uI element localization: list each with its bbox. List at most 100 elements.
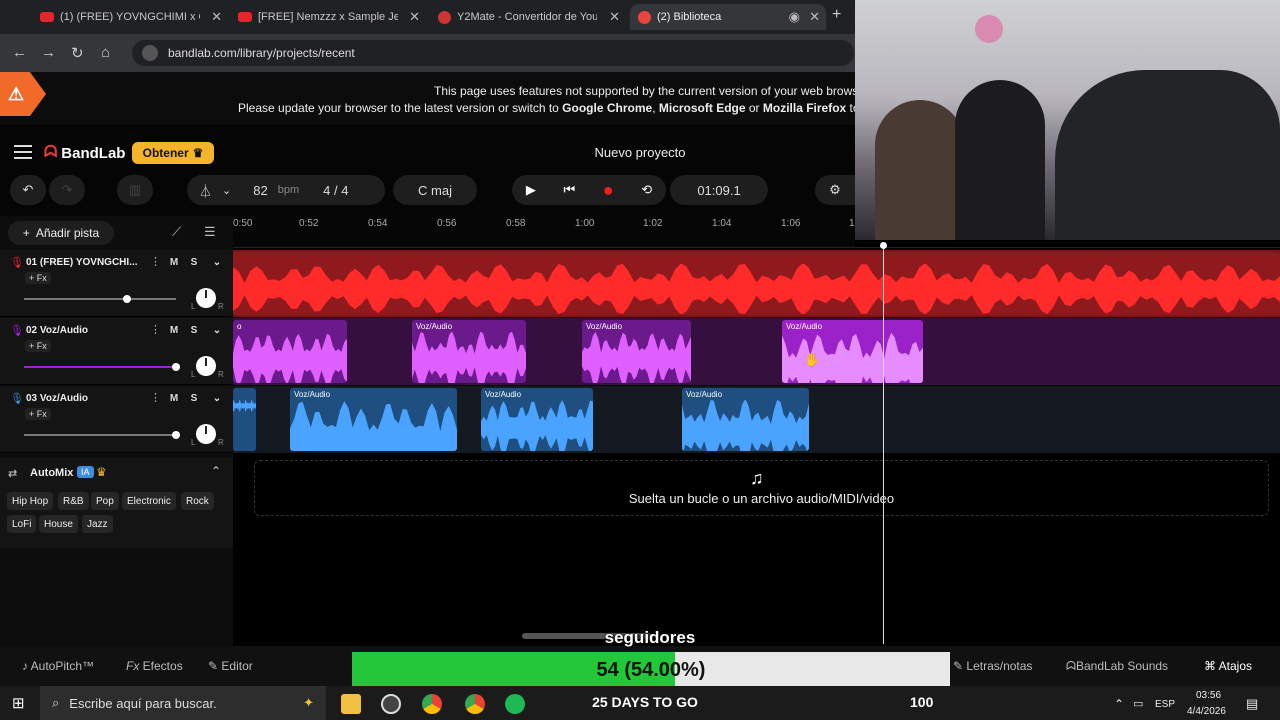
audio-region[interactable]: Voz/Audio bbox=[582, 320, 691, 383]
audio-region[interactable]: Voz/Audio bbox=[290, 388, 457, 451]
chevron-down-icon[interactable]: ⌄ bbox=[222, 184, 231, 197]
audio-region[interactable]: Voz/Audio bbox=[481, 388, 593, 451]
more-icon[interactable]: ⋮ bbox=[150, 323, 161, 336]
autopitch-button[interactable]: ♪ AutoPitch™ bbox=[22, 659, 94, 673]
pan-knob[interactable] bbox=[196, 424, 216, 444]
volume-slider[interactable] bbox=[24, 295, 176, 303]
tempo-value[interactable]: 82 bbox=[253, 183, 267, 198]
play-icon[interactable]: ▶ bbox=[526, 182, 536, 198]
clock-date[interactable]: 4/4/2026 bbox=[1187, 706, 1226, 717]
taskbar-search[interactable]: ⌕ Escribe aquí para buscar. ✦ bbox=[40, 686, 326, 720]
chevron-down-icon[interactable]: ⌄ bbox=[209, 322, 225, 338]
more-icon[interactable]: ⋮ bbox=[150, 255, 161, 268]
timeline-ruler[interactable] bbox=[233, 216, 855, 248]
browser-tab-2[interactable]: [FREE] Nemzzz x Sample Jerk Ty ✕ bbox=[230, 4, 426, 30]
mixer-button[interactable]: ⚙ bbox=[815, 175, 855, 205]
edge-link[interactable]: Microsoft Edge bbox=[659, 101, 746, 115]
volume-slider[interactable] bbox=[24, 363, 180, 371]
forward-icon[interactable]: → bbox=[41, 44, 56, 61]
obtener-button[interactable]: Obtener ♛ bbox=[132, 142, 214, 164]
site-info-icon[interactable] bbox=[142, 45, 158, 61]
solo-button[interactable]: S bbox=[186, 390, 202, 406]
chevron-up-icon[interactable]: ⌃ bbox=[1114, 697, 1124, 711]
volume-knob[interactable] bbox=[172, 431, 180, 439]
track-header-3[interactable]: 🎙 03 Voz/Audio ⋮ M S ⌄ + Fx L R bbox=[0, 386, 233, 453]
add-track-button[interactable]: + Añadir pista bbox=[8, 221, 114, 245]
shortcuts-button[interactable]: ⌘ Atajos bbox=[1204, 659, 1252, 673]
track-lane-1[interactable] bbox=[233, 250, 1280, 317]
chrome-icon-active[interactable] bbox=[465, 694, 485, 714]
track-name[interactable]: 01 (FREE) YOVNGCHI... bbox=[26, 257, 138, 268]
playhead[interactable] bbox=[883, 246, 884, 644]
add-fx-button[interactable]: + Fx bbox=[25, 272, 51, 284]
chrome-link[interactable]: Google Chrome bbox=[562, 101, 652, 115]
windows-start-icon[interactable]: ⊞ bbox=[12, 694, 25, 712]
record-icon[interactable]: ● bbox=[603, 180, 614, 201]
piano-button[interactable]: ▥ bbox=[117, 175, 153, 205]
obs-icon[interactable] bbox=[381, 694, 401, 714]
time-signature[interactable]: 4 / 4 bbox=[323, 183, 348, 198]
browser-tab-4[interactable]: (2) Biblioteca ◉ ✕ bbox=[630, 4, 826, 30]
mute-button[interactable]: M bbox=[166, 390, 182, 406]
pan-knob[interactable] bbox=[196, 356, 216, 376]
home-icon[interactable]: ⌂ bbox=[101, 44, 110, 61]
audio-region[interactable]: Voz/Audio bbox=[412, 320, 526, 383]
browser-tab-1[interactable]: (1) (FREE) YOVNGCHIMI x CDot ✕ bbox=[32, 4, 228, 30]
browser-tab-3[interactable]: Y2Mate - Convertidor de YouTu ✕ bbox=[430, 4, 626, 30]
playhead-handle[interactable] bbox=[880, 242, 887, 249]
undo-button[interactable]: ↶ bbox=[10, 175, 46, 205]
audio-region[interactable]: o bbox=[233, 320, 347, 383]
track-lane-2[interactable]: o Voz/Audio Voz/Audio Voz/Audio ✋ bbox=[233, 318, 1280, 385]
solo-button[interactable]: S bbox=[186, 322, 202, 338]
audio-region[interactable] bbox=[233, 252, 1280, 315]
add-fx-button[interactable]: + Fx bbox=[25, 340, 51, 352]
audio-region[interactable]: Voz/Audio bbox=[682, 388, 809, 451]
spotify-icon[interactable] bbox=[505, 694, 525, 714]
genre-chip[interactable]: Pop bbox=[91, 492, 119, 510]
close-tab-icon[interactable]: ✕ bbox=[211, 9, 222, 25]
close-tab-icon[interactable]: ✕ bbox=[409, 9, 420, 25]
chevron-up-icon[interactable]: ⌃ bbox=[211, 464, 221, 478]
metronome-icon[interactable]: ⏃ bbox=[199, 181, 212, 200]
key-button[interactable]: C maj bbox=[393, 175, 477, 205]
skip-back-icon[interactable]: ⏮ bbox=[563, 182, 575, 198]
genre-chip[interactable]: R&B bbox=[58, 492, 89, 510]
track-header-2[interactable]: 🎙 02 Voz/Audio ⋮ M S ⌄ + Fx L R bbox=[0, 318, 233, 385]
notifications-icon[interactable]: ▤ bbox=[1246, 696, 1258, 712]
add-fx-button[interactable]: + Fx bbox=[25, 408, 51, 420]
language-indicator[interactable]: ESP bbox=[1155, 699, 1175, 710]
track-name[interactable]: 03 Voz/Audio bbox=[26, 393, 88, 404]
network-icon[interactable]: ▭ bbox=[1133, 697, 1143, 710]
bandlab-logo[interactable]: ᗣ BandLab bbox=[44, 144, 125, 162]
loop-icon[interactable]: ⟲ bbox=[641, 182, 652, 198]
project-title[interactable]: Nuevo proyecto bbox=[560, 145, 720, 160]
reload-icon[interactable]: ↻ bbox=[71, 44, 84, 62]
audio-region[interactable] bbox=[233, 388, 256, 451]
genre-chip[interactable]: Hip Hop bbox=[7, 492, 54, 510]
genre-chip[interactable]: LoFi bbox=[7, 515, 37, 533]
new-tab-button[interactable]: + bbox=[832, 6, 841, 24]
close-tab-icon[interactable]: ✕ bbox=[809, 9, 820, 25]
sounds-button[interactable]: ᗣBandLab Sounds bbox=[1066, 659, 1168, 674]
chevron-down-icon[interactable]: ⌄ bbox=[209, 254, 225, 270]
volume-slider[interactable] bbox=[24, 431, 180, 439]
genre-chip[interactable]: House bbox=[39, 515, 78, 533]
lyrics-button[interactable]: ✎ Letras/notas bbox=[953, 659, 1032, 673]
genre-chip[interactable]: Electronic bbox=[122, 492, 176, 510]
chrome-icon[interactable] bbox=[422, 694, 442, 714]
menu-icon[interactable] bbox=[14, 145, 32, 159]
settings-icon[interactable]: ☰ bbox=[204, 224, 216, 240]
genre-chip[interactable]: Jazz bbox=[82, 515, 113, 533]
volume-knob[interactable] bbox=[172, 363, 180, 371]
file-explorer-icon[interactable] bbox=[341, 694, 361, 714]
wand-icon[interactable]: ⟋ bbox=[172, 224, 181, 240]
solo-button[interactable]: S bbox=[186, 254, 202, 270]
mute-button[interactable]: M bbox=[166, 322, 182, 338]
editor-button[interactable]: ✎ Editor bbox=[208, 659, 253, 673]
redo-button[interactable]: ↷ bbox=[49, 175, 85, 205]
more-icon[interactable]: ⋮ bbox=[150, 391, 161, 404]
address-bar[interactable]: bandlab.com/library/projects/recent bbox=[132, 40, 854, 66]
effects-button[interactable]: Fx Efectos bbox=[126, 659, 183, 673]
mute-button[interactable]: M bbox=[166, 254, 182, 270]
firefox-link[interactable]: Mozilla Firefox bbox=[763, 101, 846, 115]
